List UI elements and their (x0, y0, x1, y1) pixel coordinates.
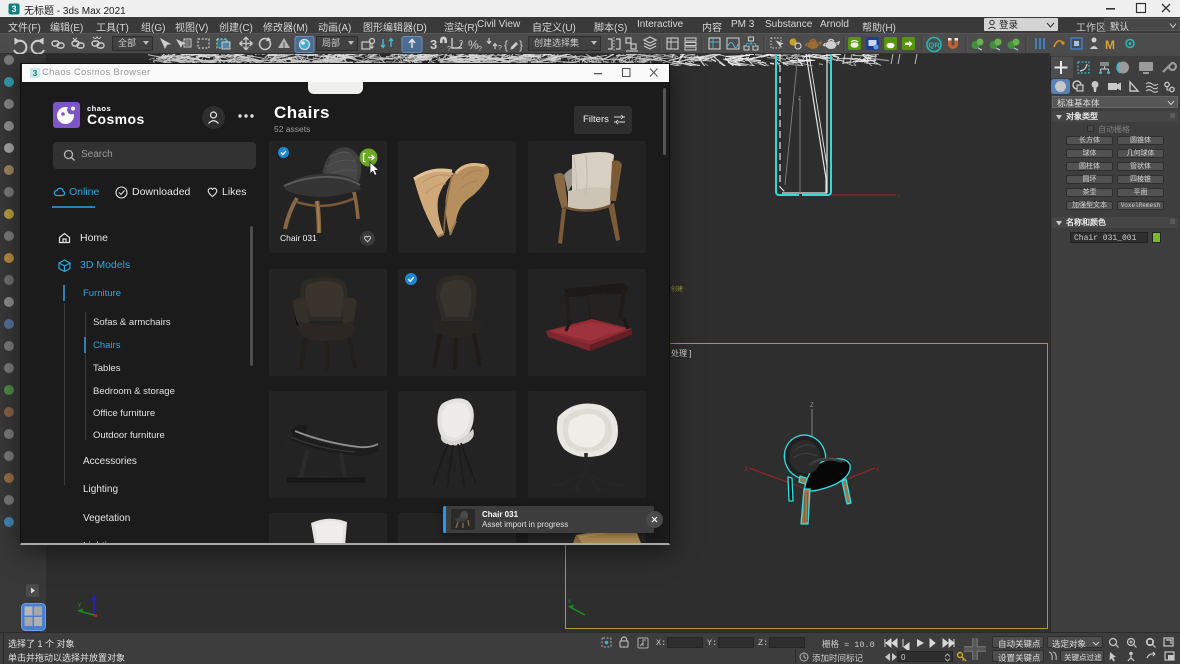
svg-text:x: x (568, 599, 571, 605)
svg-text:M: M (1105, 38, 1115, 52)
svg-text:3: 3 (11, 4, 16, 14)
svg-text:y: y (78, 602, 81, 608)
svg-text:z: z (798, 96, 801, 102)
svg-text:Z: Z (810, 403, 814, 409)
svg-text:}: } (519, 38, 523, 52)
svg-text:?: ? (459, 40, 463, 47)
svg-text:{: { (504, 38, 508, 52)
svg-text:3: 3 (33, 69, 38, 78)
svg-text:?: ? (478, 46, 482, 53)
svg-text:X: X (744, 466, 749, 473)
svg-text:x: x (897, 194, 900, 200)
svg-text:3: 3 (430, 37, 437, 52)
svg-text:x: x (876, 466, 880, 473)
svg-text:?: ? (447, 46, 451, 53)
svg-text:登录: 登录 (999, 20, 1019, 31)
svg-text:QR: QR (928, 41, 940, 50)
svg-text:?: ? (498, 45, 502, 52)
svg-text:z: z (89, 599, 92, 605)
